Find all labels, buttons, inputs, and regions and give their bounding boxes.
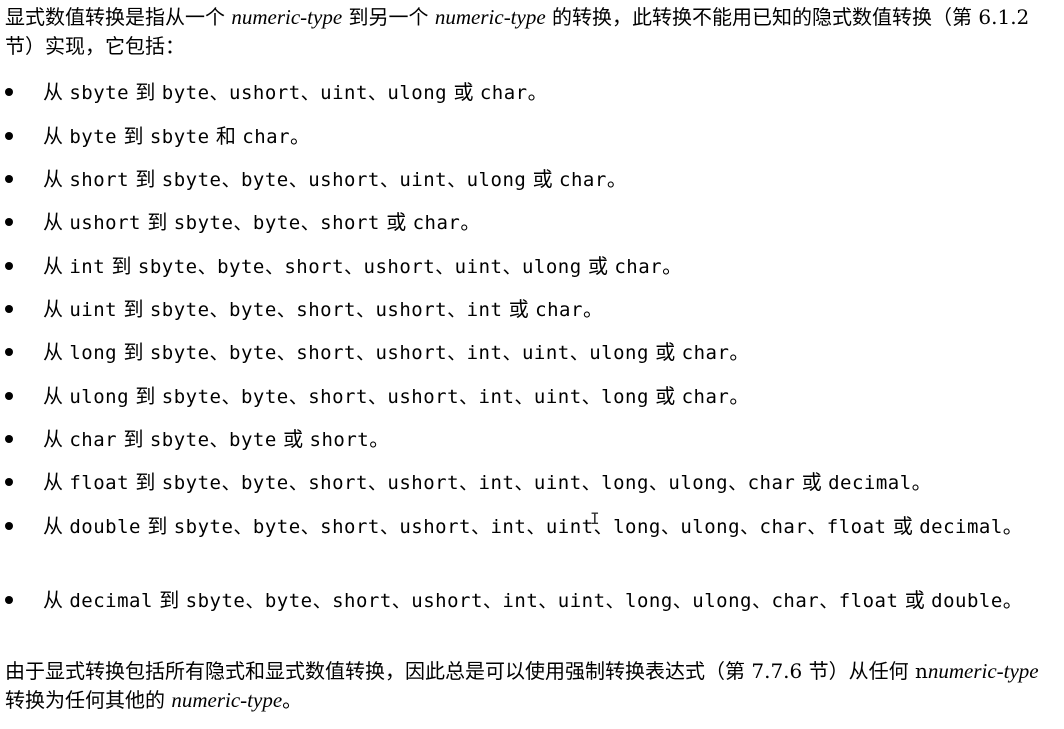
outro-type-2: numeric-type bbox=[171, 688, 283, 712]
source-type: sbyte bbox=[69, 82, 130, 104]
last-target-type: char bbox=[535, 299, 583, 321]
bullet-icon bbox=[5, 435, 13, 443]
source-type: char bbox=[69, 429, 118, 451]
bullet-icon bbox=[5, 262, 13, 270]
list-item-text: 从 ushort 到 sbyte、byte、short 或 char。 bbox=[43, 210, 481, 234]
outro-text-3: 。 bbox=[282, 688, 303, 712]
outro-type-1: numeric-type bbox=[927, 659, 1039, 683]
last-target-type: decimal bbox=[919, 516, 1003, 538]
bullet-icon bbox=[5, 88, 13, 96]
list-item-text: 从 int 到 sbyte、byte、short、ushort、uint、ulo… bbox=[43, 254, 683, 278]
document-page: 显式数值转换是指从一个 numeric-type 到另一个 numeric-ty… bbox=[0, 0, 1064, 729]
source-type: byte bbox=[69, 126, 118, 148]
bullet-icon bbox=[5, 596, 13, 604]
bullet-icon bbox=[5, 478, 13, 486]
target-types: sbyte、byte、short、ushort、int、uint、long、ul… bbox=[173, 516, 887, 538]
source-type: ulong bbox=[69, 386, 130, 408]
conversion-list: 从 sbyte 到 byte、ushort、uint、ulong 或 char。… bbox=[0, 0, 1064, 729]
target-types: sbyte、byte、short bbox=[173, 212, 380, 234]
target-types: sbyte、byte bbox=[149, 429, 277, 451]
source-type: short bbox=[69, 169, 130, 191]
outro-text-1: 由于显式转换包括所有隐式和显式数值转换，因此总是可以使用强制转换表达式（第 7.… bbox=[5, 659, 928, 683]
bullet-icon bbox=[5, 175, 13, 183]
bullet-icon bbox=[5, 522, 13, 530]
target-types: sbyte bbox=[149, 126, 210, 148]
list-item-text: 从 char 到 sbyte、byte 或 short。 bbox=[43, 427, 390, 451]
list-item-text: 从 float 到 sbyte、byte、short、ushort、int、ui… bbox=[43, 470, 932, 494]
list-item-text: 从 ulong 到 sbyte、byte、short、ushort、int、ui… bbox=[43, 384, 750, 408]
list-item-text: 从 long 到 sbyte、byte、short、ushort、int、uin… bbox=[43, 340, 750, 364]
list-item-text: 从 double 到 sbyte、byte、short、ushort、int、u… bbox=[43, 514, 1023, 538]
target-types: sbyte、byte、short、ushort、int、uint、long、ul… bbox=[185, 590, 899, 612]
last-target-type: char bbox=[412, 212, 461, 234]
last-target-type: char bbox=[479, 82, 528, 104]
text-cursor-icon: I bbox=[590, 509, 600, 528]
list-item-text: 从 uint 到 sbyte、byte、short、ushort、int 或 c… bbox=[43, 297, 603, 321]
bullet-icon bbox=[5, 132, 13, 140]
target-types: sbyte、byte、short、ushort、int、uint、long bbox=[161, 386, 649, 408]
list-item-text: 从 short 到 sbyte、byte、ushort、uint、ulong 或… bbox=[43, 167, 627, 191]
bullet-icon bbox=[5, 305, 13, 313]
last-target-type: decimal bbox=[828, 472, 912, 494]
target-types: sbyte、byte、short、ushort、int bbox=[149, 299, 503, 321]
list-item-text: 从 byte 到 sbyte 和 char。 bbox=[43, 124, 311, 148]
list-item-text: 从 sbyte 到 byte、ushort、uint、ulong 或 char。 bbox=[43, 80, 548, 104]
target-types: sbyte、byte、short、ushort、int、uint、ulong bbox=[149, 342, 649, 364]
target-types: sbyte、byte、short、ushort、uint、ulong bbox=[137, 256, 582, 278]
source-type: float bbox=[69, 472, 130, 494]
target-types: sbyte、byte、ushort、uint、ulong bbox=[161, 169, 527, 191]
source-type: double bbox=[69, 516, 141, 538]
conclusion-paragraph: 由于显式转换包括所有隐式和显式数值转换，因此总是可以使用强制转换表达式（第 7.… bbox=[5, 657, 1055, 715]
last-target-type: char bbox=[242, 126, 291, 148]
bullet-icon bbox=[5, 218, 13, 226]
source-type: int bbox=[69, 256, 106, 278]
outro-text-2: 转换为任何其他的 bbox=[5, 688, 172, 712]
bullet-icon bbox=[5, 392, 13, 400]
source-type: decimal bbox=[69, 590, 153, 612]
source-type: uint bbox=[69, 299, 118, 321]
last-target-type: char bbox=[681, 342, 730, 364]
target-types: sbyte、byte、short、ushort、int、uint、long、ul… bbox=[161, 472, 796, 494]
last-target-type: char bbox=[559, 169, 607, 191]
bullet-icon bbox=[5, 348, 13, 356]
last-target-type: char bbox=[681, 386, 730, 408]
list-item-text: 从 decimal 到 sbyte、byte、short、ushort、int、… bbox=[43, 588, 1023, 612]
last-target-type: double bbox=[931, 590, 1003, 612]
last-target-type: short bbox=[309, 429, 370, 451]
source-type: ushort bbox=[69, 212, 141, 234]
last-target-type: char bbox=[614, 256, 663, 278]
source-type: long bbox=[69, 342, 118, 364]
target-types: byte、ushort、uint、ulong bbox=[161, 82, 448, 104]
